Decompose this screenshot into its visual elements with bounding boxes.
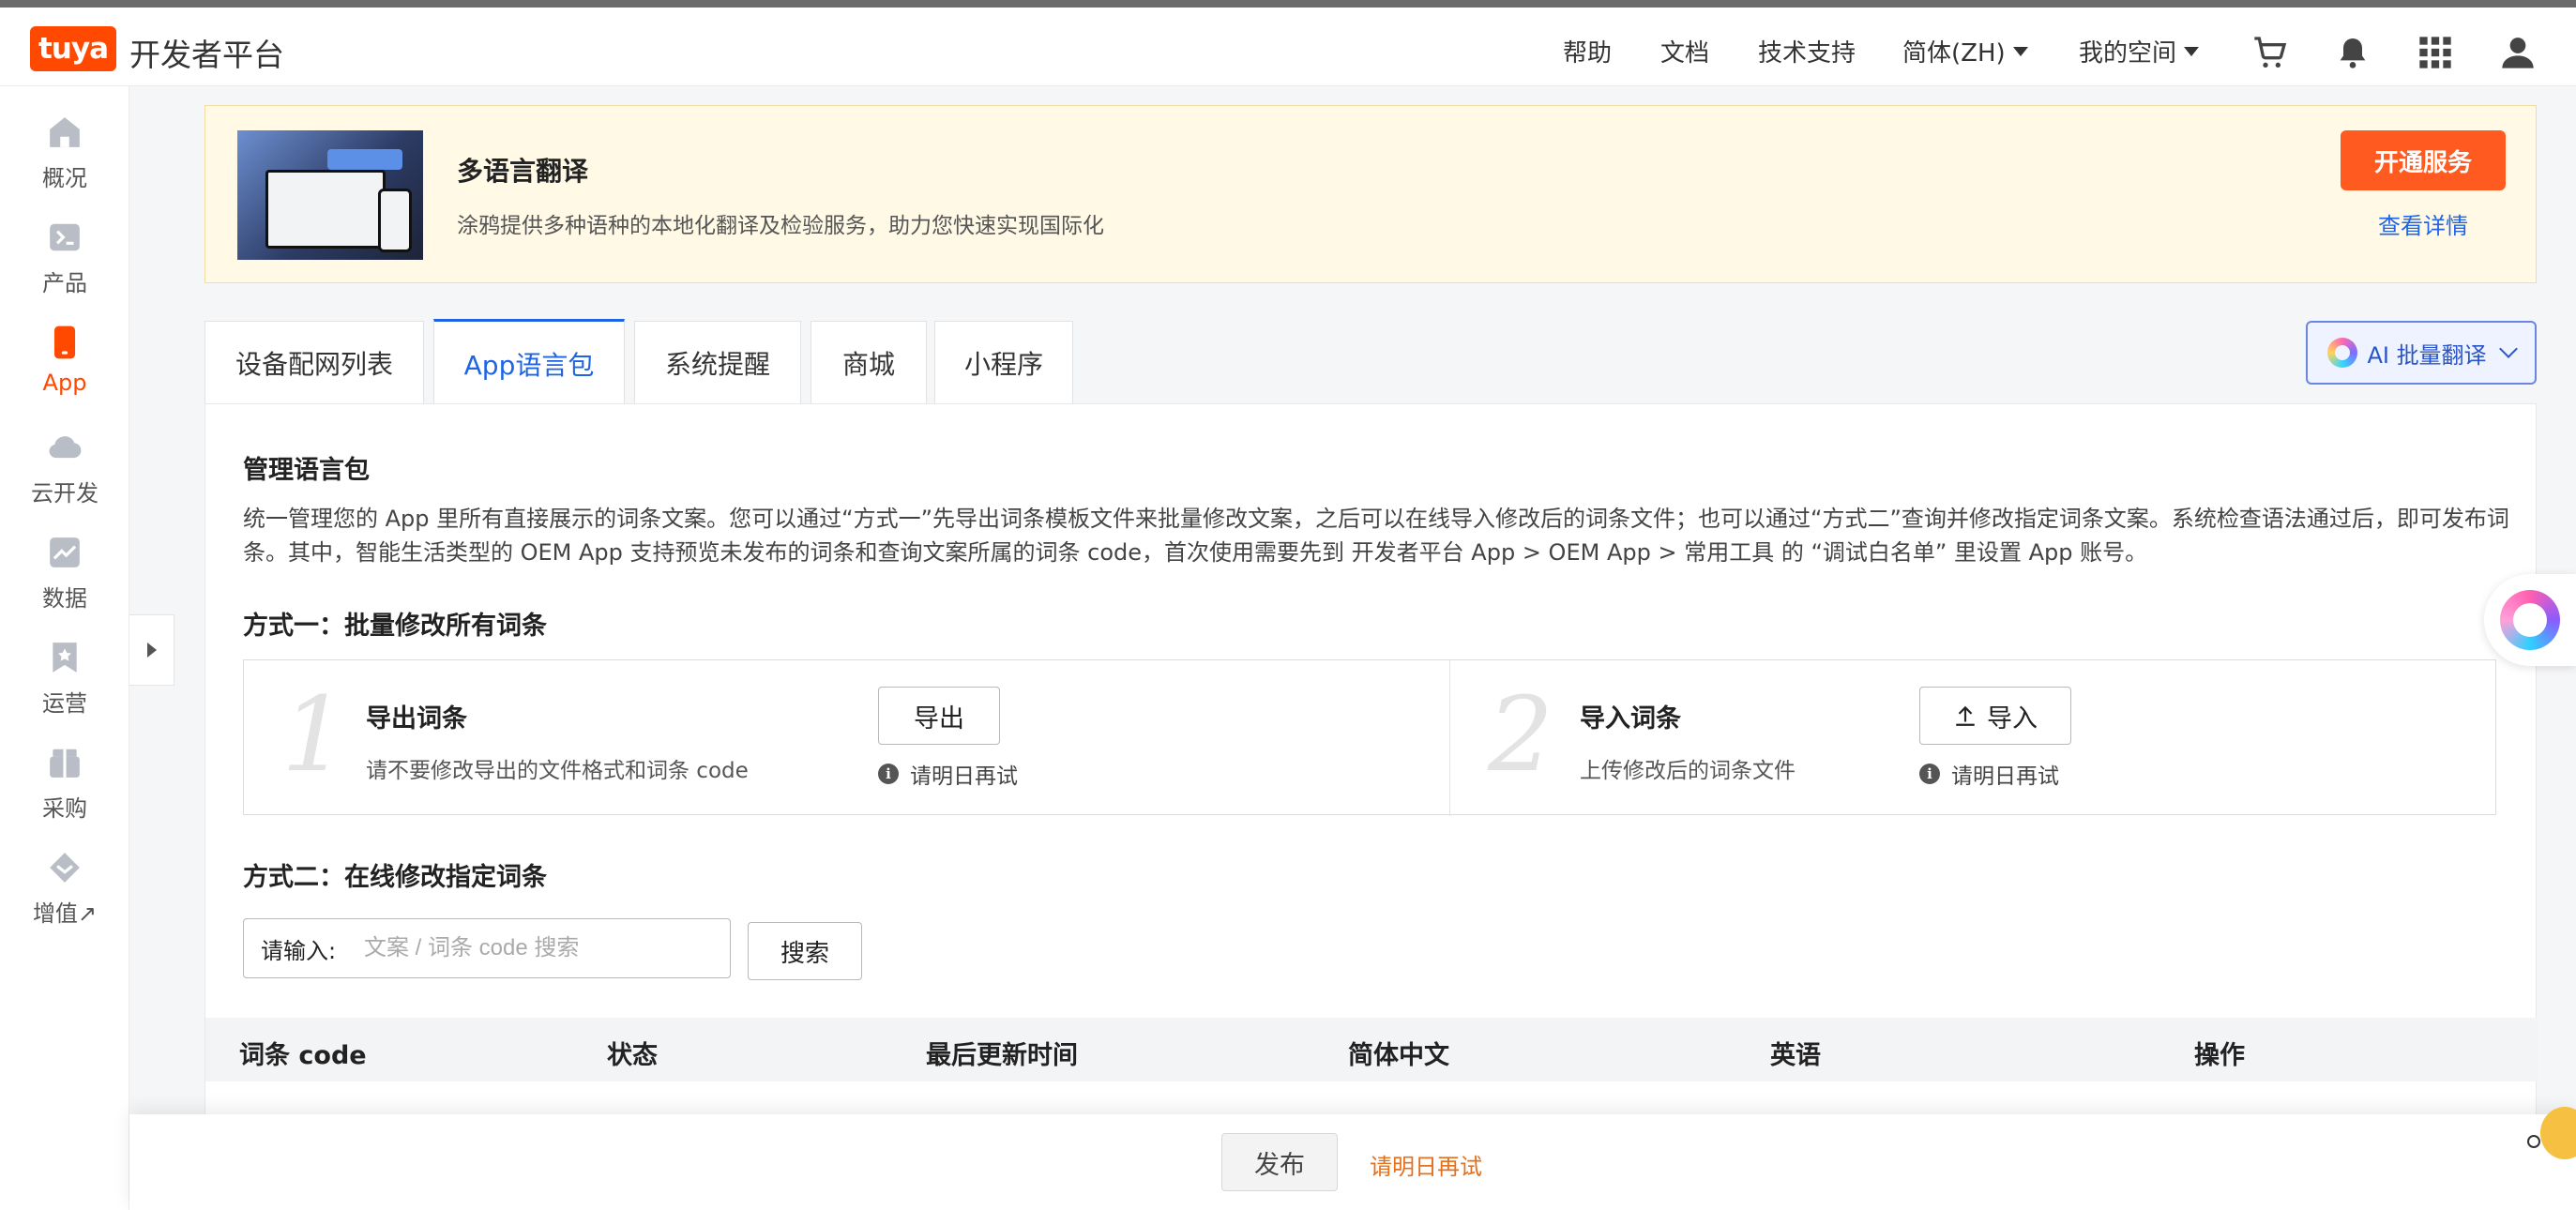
banner-thumbnail <box>237 130 423 260</box>
nav-help[interactable]: 帮助 <box>1563 34 1612 68</box>
search-button[interactable]: 搜索 <box>748 922 862 980</box>
tab-system-reminder[interactable]: 系统提醒 <box>634 321 801 403</box>
promo-banner: 多语言翻译 涂鸦提供多种语种的本地化翻译及检验服务，助力您快速实现国际化 开通服… <box>205 105 2537 283</box>
sidebar-item-overview[interactable]: 概况 <box>0 114 129 208</box>
bottom-action-bar: 发布 请明日再试 <box>129 1114 2576 1210</box>
left-sidebar: 概况 产品 App 云开发 数据 运营 采购 增值↗ <box>0 86 129 1210</box>
method2-title: 方式二：在线修改指定词条 <box>243 863 547 892</box>
sidebar-item-operation[interactable]: 运营 <box>0 640 129 734</box>
panel-description: 统一管理您的 App 里所有直接展示的词条文案。您可以通过“方式一”先导出词条模… <box>243 506 2509 566</box>
import-button[interactable]: 导入 <box>1919 687 2071 745</box>
export-description: 请不要修改导出的文件格式和词条 code <box>366 759 749 783</box>
column-header-en: 英语 <box>1770 1041 1821 1070</box>
bell-icon[interactable] <box>2334 34 2371 71</box>
upload-icon <box>1956 705 1975 726</box>
sidebar-item-value-added[interactable]: 增值↗ <box>0 850 129 944</box>
sidebar-item-purchase[interactable]: 采购 <box>0 745 129 839</box>
mascot-ear-icon <box>2527 1135 2540 1148</box>
column-header-updated: 最后更新时间 <box>926 1041 1078 1070</box>
info-icon: i <box>878 764 899 784</box>
info-icon: i <box>1919 764 1940 784</box>
user-icon[interactable] <box>2499 34 2537 71</box>
step1-number: 1 <box>281 674 347 794</box>
window-top-strip <box>0 0 2576 8</box>
banner-title: 多语言翻译 <box>457 156 589 187</box>
phone-icon <box>53 325 76 359</box>
publish-button[interactable]: 发布 <box>1221 1133 1338 1191</box>
terminal-icon <box>50 223 80 251</box>
nav-docs[interactable]: 文档 <box>1660 34 1709 68</box>
search-input[interactable] <box>364 935 730 961</box>
thumbnail-phone <box>378 189 412 252</box>
apps-grid-icon[interactable] <box>2417 34 2454 71</box>
tab-app-language-pack[interactable]: App语言包 <box>433 319 625 405</box>
nav-support[interactable]: 技术支持 <box>1758 34 1856 68</box>
view-details-link[interactable]: 查看详情 <box>2378 207 2468 240</box>
column-header-actions: 操作 <box>2194 1041 2245 1070</box>
export-hint: i 请明日再试 <box>878 758 1018 790</box>
method-divider <box>1449 660 1450 816</box>
step2-number: 2 <box>1488 674 1553 794</box>
caret-down-icon <box>2012 46 2028 56</box>
tuya-logo[interactable]: tuya <box>30 26 116 71</box>
export-button[interactable]: 导出 <box>878 687 1000 745</box>
panel-title: 管理语言包 <box>243 456 370 485</box>
sidebar-item-cloud[interactable]: 云开发 <box>0 430 129 523</box>
import-description: 上传修改后的词条文件 <box>1580 759 1796 783</box>
chart-icon <box>50 537 80 567</box>
method1-title: 方式一：批量修改所有词条 <box>243 612 547 641</box>
import-hint: i 请明日再试 <box>1919 758 2059 790</box>
search-field: 请输入: <box>243 918 731 978</box>
caret-right-icon <box>146 643 157 658</box>
language-selector[interactable]: 简体(ZH) <box>1902 34 2028 68</box>
tab-mall[interactable]: 商城 <box>811 321 927 403</box>
ai-orb-icon <box>2500 590 2560 650</box>
top-header: tuya 开发者平台 帮助 文档 技术支持 简体(ZH) 我的空间 <box>0 8 2576 86</box>
table-header: 词条 code 状态 最后更新时间 简体中文 英语 操作 <box>205 1018 2538 1081</box>
sidebar-item-data[interactable]: 数据 <box>0 535 129 628</box>
sidebar-item-product[interactable]: 产品 <box>0 219 129 313</box>
activate-service-button[interactable]: 开通服务 <box>2341 130 2506 190</box>
import-title: 导入词条 <box>1580 704 1681 734</box>
thumbnail-laptop <box>265 170 386 249</box>
sidebar-expand-button[interactable] <box>129 614 174 686</box>
publish-hint: 请明日再试 <box>1370 1154 1482 1180</box>
thumbnail-badge <box>327 149 402 170</box>
site-title: 开发者平台 <box>129 37 284 73</box>
package-icon <box>50 749 80 778</box>
cart-icon[interactable] <box>2251 34 2289 71</box>
bookmark-star-icon <box>53 643 77 673</box>
diamond-icon <box>50 853 80 883</box>
batch-method-box: 1 导出词条 请不要修改导出的文件格式和词条 code 导出 i 请明日再试 2 … <box>243 659 2496 816</box>
tab-device-network-list[interactable]: 设备配网列表 <box>205 321 424 403</box>
column-header-status: 状态 <box>607 1041 658 1070</box>
column-header-zh: 简体中文 <box>1348 1041 1449 1070</box>
cloud-icon <box>49 436 82 459</box>
language-pack-panel: 管理语言包 统一管理您的 App 里所有直接展示的词条文案。您可以通过“方式一”… <box>205 403 2538 1116</box>
caret-down-icon <box>2184 46 2200 56</box>
sidebar-item-app[interactable]: App <box>0 325 129 418</box>
space-selector[interactable]: 我的空间 <box>2079 34 2200 68</box>
ai-batch-translate-button[interactable]: AI 批量翻译 <box>2306 321 2537 385</box>
banner-description: 涂鸦提供多种语种的本地化翻译及检验服务，助力您快速实现国际化 <box>457 214 1104 238</box>
home-icon <box>50 117 80 147</box>
column-header-code: 词条 code <box>239 1041 367 1070</box>
ai-orb-icon <box>2327 338 2358 368</box>
ai-assistant-float-button[interactable] <box>2484 574 2576 666</box>
tab-mini-program[interactable]: 小程序 <box>934 321 1073 403</box>
export-title: 导出词条 <box>366 704 467 734</box>
chevron-down-icon <box>2498 340 2518 358</box>
